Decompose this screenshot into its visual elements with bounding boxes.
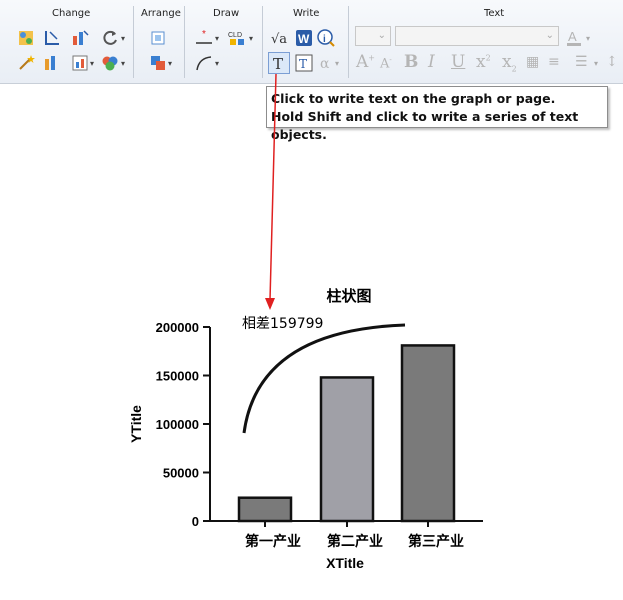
bar-chart: 0 50000 100000 150000 200000 第一产业 第二产业 第三产业 柱状图… <box>128 73 483 571</box>
plot-area: 0 50000 100000 150000 200000 第一产业 第二产业 第三产业 <box>156 320 483 550</box>
annotation-arrow <box>269 73 277 301</box>
x-axis-title: XTitle <box>326 555 364 571</box>
y-tick-label: 0 <box>192 514 199 529</box>
y-tick-label: 200000 <box>156 320 199 335</box>
y-tick-label: 100000 <box>156 417 199 432</box>
bar <box>237 496 293 523</box>
bar <box>400 344 456 523</box>
bar <box>319 376 375 523</box>
y-axis-title: YTitle <box>128 405 144 443</box>
x-tick-label: 第三产业 <box>408 533 464 550</box>
difference-annotation[interactable]: 相差159799 <box>242 316 323 332</box>
arrow-head <box>265 298 275 310</box>
y-tick-label: 150000 <box>156 369 199 384</box>
y-tick-label: 50000 <box>163 466 199 481</box>
chart-title: 柱状图 <box>326 287 371 305</box>
x-tick-label: 第一产业 <box>245 533 301 550</box>
x-tick-label: 第二产业 <box>327 533 383 550</box>
